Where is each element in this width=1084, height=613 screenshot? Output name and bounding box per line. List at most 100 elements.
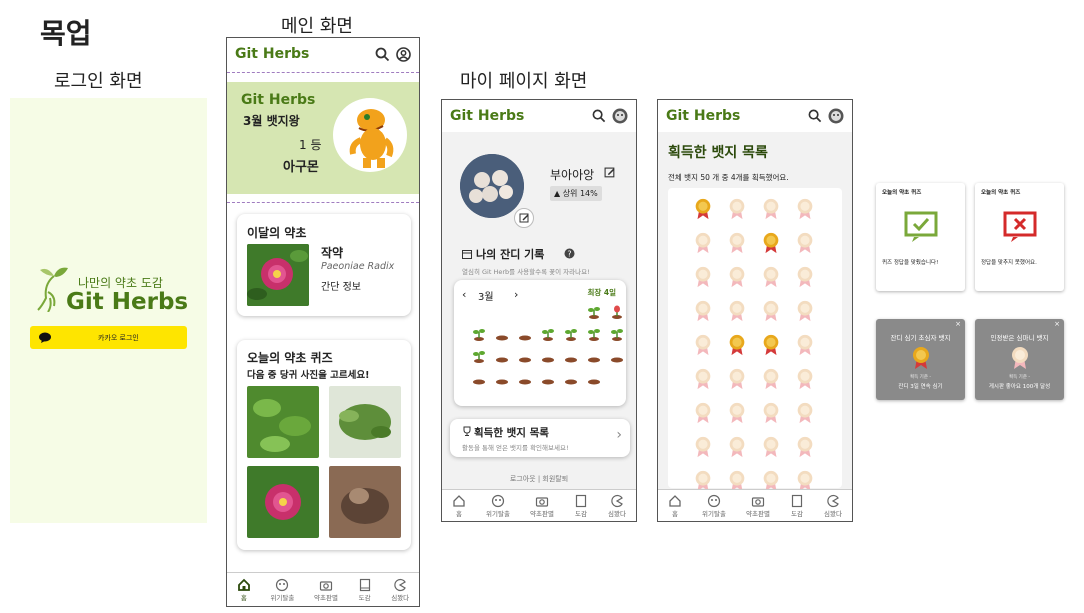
mypage-screen: Git Herbs 부아아앙 ▲ 상위 14% 나의 잔디 기록 ? 열심히 G… bbox=[441, 99, 637, 522]
nav-rescue[interactable]: 위기탈출 bbox=[270, 578, 294, 602]
badge-locked[interactable] bbox=[762, 402, 780, 424]
nav-book[interactable]: 도감 bbox=[790, 494, 804, 518]
nav-identify[interactable]: 약초판별 bbox=[530, 494, 554, 518]
close-icon[interactable]: × bbox=[1054, 320, 1060, 328]
badge-locked[interactable] bbox=[796, 334, 814, 356]
badge-locked[interactable] bbox=[694, 402, 712, 424]
nav-identify[interactable]: 약초판별 bbox=[746, 494, 770, 518]
monthly-herb-name: 작약 bbox=[321, 246, 344, 260]
face-icon bbox=[491, 494, 505, 507]
badge-earned[interactable] bbox=[694, 198, 712, 220]
badge-locked[interactable] bbox=[694, 334, 712, 356]
search-icon[interactable] bbox=[375, 47, 390, 62]
nav-book[interactable]: 도감 bbox=[574, 494, 588, 518]
popup-criteria-label: 획득 기준 - bbox=[909, 375, 932, 380]
badge-locked[interactable] bbox=[728, 368, 746, 390]
badge-locked[interactable] bbox=[728, 402, 746, 424]
badge-locked[interactable] bbox=[694, 232, 712, 254]
badge-locked[interactable] bbox=[796, 232, 814, 254]
help-icon[interactable]: ? bbox=[564, 248, 575, 259]
avatar-icon[interactable] bbox=[828, 108, 844, 124]
quiz-option-2[interactable] bbox=[329, 386, 401, 458]
nav-home[interactable]: 홈 bbox=[668, 494, 682, 518]
badge-locked[interactable] bbox=[762, 436, 780, 458]
badge-locked[interactable] bbox=[728, 300, 746, 322]
quiz-wrong-popup: 오늘의 약초 퀴즈 정답을 맞추지 못했어요. bbox=[975, 183, 1064, 291]
search-icon[interactable] bbox=[592, 109, 606, 123]
badge-list-screen: Git Herbs 획득한 뱃지 목록 전체 뱃지 50 개 중 4개를 획득했… bbox=[657, 99, 853, 522]
profile-icon[interactable] bbox=[396, 46, 411, 62]
account-links: 로그아웃 | 회원탈퇴 bbox=[509, 475, 569, 483]
badge-earned[interactable] bbox=[728, 334, 746, 356]
nav-home[interactable]: 홈 bbox=[237, 578, 251, 602]
avatar-icon[interactable] bbox=[612, 108, 628, 124]
badge-locked[interactable] bbox=[728, 266, 746, 288]
popup-title: 잔디 심기 초심자 뱃지 bbox=[890, 334, 951, 342]
quiz-question: 다음 중 당귀 사진을 고르세요! bbox=[247, 370, 370, 381]
grass-cell bbox=[587, 348, 601, 363]
badge-locked[interactable] bbox=[796, 266, 814, 288]
badge-locked[interactable] bbox=[694, 300, 712, 322]
badge-locked[interactable] bbox=[762, 368, 780, 390]
chevron-right-icon: › bbox=[616, 427, 622, 443]
badge-locked[interactable] bbox=[762, 198, 780, 220]
badge-locked[interactable] bbox=[796, 436, 814, 458]
badge-locked[interactable] bbox=[728, 436, 746, 458]
book-icon bbox=[791, 494, 803, 507]
monthly-herb-title: 이달의 약초 bbox=[247, 226, 307, 240]
badge-locked[interactable] bbox=[728, 232, 746, 254]
quiz-option-1[interactable] bbox=[247, 386, 319, 458]
quiz-option-4[interactable] bbox=[329, 466, 401, 538]
nav-found[interactable]: 심봤다 bbox=[608, 494, 626, 518]
grass-cell bbox=[495, 348, 509, 363]
badge-locked[interactable] bbox=[762, 300, 780, 322]
nav-home[interactable]: 홈 bbox=[452, 494, 466, 518]
edit-photo-button[interactable] bbox=[514, 208, 534, 228]
monthly-herb-latin: Paeoniae Radix bbox=[321, 261, 395, 272]
badge-king-banner[interactable]: Git Herbs 3월 뱃지왕 1 등 아구몬 bbox=[227, 82, 419, 194]
badge-locked[interactable] bbox=[694, 368, 712, 390]
badge-earned-popup-1: × 잔디 심기 초심자 뱃지 획득 기준 - 잔디 3일 연속 심기 bbox=[876, 319, 965, 400]
nav-found[interactable]: 심봤다 bbox=[391, 578, 409, 602]
withdraw-link[interactable]: 회원탈퇴 bbox=[542, 475, 568, 483]
x-icon bbox=[1003, 211, 1037, 242]
nav-identify[interactable]: 약초판별 bbox=[314, 578, 338, 602]
mypage-header: Git Herbs bbox=[442, 100, 636, 132]
badge-earned[interactable] bbox=[762, 232, 780, 254]
nav-rescue[interactable]: 위기탈출 bbox=[486, 494, 510, 518]
badge-locked[interactable] bbox=[796, 368, 814, 390]
face-icon bbox=[707, 494, 721, 507]
home-icon bbox=[669, 494, 681, 507]
kakao-login-button[interactable]: 카카오 로그인 bbox=[30, 326, 187, 349]
badge-locked[interactable] bbox=[796, 198, 814, 220]
edit-name-icon[interactable] bbox=[604, 167, 616, 179]
agumon-character-icon bbox=[349, 109, 394, 168]
nav-book[interactable]: 도감 bbox=[358, 578, 372, 602]
close-icon[interactable]: × bbox=[955, 320, 961, 328]
quiz-option-3[interactable] bbox=[247, 466, 319, 538]
monthly-herb-card[interactable]: 이달의 약초 작약 Paeoniae Radix 간단 정보 bbox=[237, 214, 411, 316]
badge-locked[interactable] bbox=[694, 436, 712, 458]
badge-locked[interactable] bbox=[762, 266, 780, 288]
badge-earned[interactable] bbox=[762, 334, 780, 356]
badge-locked[interactable] bbox=[694, 266, 712, 288]
nav-rescue[interactable]: 위기탈출 bbox=[702, 494, 726, 518]
login-app-name: Git Herbs bbox=[66, 289, 189, 315]
grass-cell bbox=[472, 370, 486, 385]
badge-locked[interactable] bbox=[796, 300, 814, 322]
next-month-button[interactable]: › bbox=[514, 288, 518, 301]
banner-name: 아구몬 bbox=[283, 160, 319, 175]
month-label: 3월 bbox=[478, 292, 494, 303]
prev-month-button[interactable]: ‹ bbox=[462, 288, 466, 301]
grass-cell bbox=[541, 326, 555, 341]
nav-found[interactable]: 심봤다 bbox=[824, 494, 842, 518]
search-icon[interactable] bbox=[808, 109, 822, 123]
badge-locked[interactable] bbox=[728, 198, 746, 220]
badge-list-link[interactable]: 획득한 뱃지 목록 활동을 통해 얻은 뱃지를 확인해보세요! › bbox=[450, 419, 630, 457]
banner-rank: 1 등 bbox=[299, 138, 322, 152]
book-icon bbox=[575, 494, 587, 507]
badge-locked[interactable] bbox=[796, 402, 814, 424]
header-divider bbox=[227, 72, 419, 73]
main-section-title: 메인 화면 bbox=[281, 16, 353, 37]
logout-link[interactable]: 로그아웃 bbox=[510, 475, 536, 483]
